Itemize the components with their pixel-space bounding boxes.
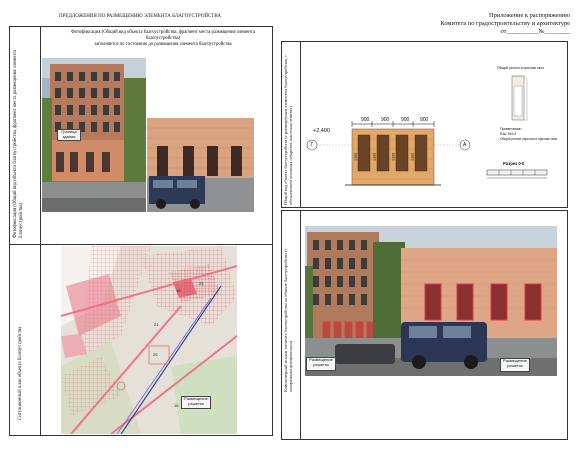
map-number-23: 23 [199, 281, 204, 286]
photo-side-label: Фотофиксация (Общий вид объекта благоуст… [13, 49, 24, 238]
photo-header-line2: заполняется по состоянию до размещения э… [94, 42, 232, 47]
dim-side-3: 1300 [391, 152, 396, 161]
collage-photo [305, 226, 557, 376]
left-sheet-title: ПРЕДЛОЖЕНИЯ ПО РАЗМЕЩЕНИЮ ЭЛЕМЕНТА БЛАГО… [59, 14, 221, 19]
approval-header-line2: Комитета по градостроительству и архитек… [440, 20, 570, 27]
facade-sheet-column-line [300, 41, 301, 208]
elevation-mark: +2,400 [313, 128, 330, 134]
left-sheet-column-line [40, 26, 41, 436]
section-label: Разрез 0-0 [503, 161, 525, 166]
approval-header-line3: от__________№________ [500, 28, 570, 35]
map-placement-callout: Размещение решеток [181, 396, 211, 409]
collage-side-label: Компьютерный коллаж элемента благоустрой… [283, 248, 293, 393]
dim-side-2: 1300 [372, 152, 377, 161]
axis-left-mark: 7 [310, 142, 313, 148]
detail-title: Общий регион и признак окон [497, 66, 545, 70]
detail-note-2: RAL 8014 [500, 132, 516, 136]
axis-right-mark: А [463, 142, 467, 148]
photo-header-line1: Фотофиксация (Общий вид объекта благоуст… [71, 30, 255, 41]
detail-note-3: Общий регион окрытия и признак окон [500, 137, 558, 141]
dim-top-1: 900 [361, 117, 370, 123]
dim-top-4: 900 [420, 117, 429, 123]
detail-note-1: Примечание: [500, 127, 522, 131]
dim-side-1: 1300 [353, 152, 358, 161]
map-number-21: 21 [154, 322, 159, 327]
left-sheet-divider [9, 244, 273, 245]
collage-sheet-column-line [300, 210, 301, 440]
boundary-callout: Граница здания [57, 129, 81, 141]
detail-drawing [508, 74, 530, 124]
facade-side-label: Общий вид объекта благоустройства (с раз… [283, 54, 293, 205]
map-number-16: 16 [174, 403, 179, 408]
approval-header-line1: Приложение к распоряжению [489, 12, 570, 19]
map-number-25: 25 [153, 352, 158, 357]
collage-callout-left: Размещение решеток [306, 357, 336, 371]
collage-callout-right: Размещение решеток [500, 358, 530, 372]
map-number-19: 19 [176, 288, 181, 293]
dim-top-2: 900 [381, 117, 390, 123]
dim-side-4: 1300 [410, 152, 415, 161]
section-drawing [486, 168, 548, 182]
dim-top-3: 900 [401, 117, 410, 123]
storefront-fragment-photo [147, 118, 254, 212]
map-side-label: Ситуационный план объекта благоустройств… [18, 326, 23, 420]
